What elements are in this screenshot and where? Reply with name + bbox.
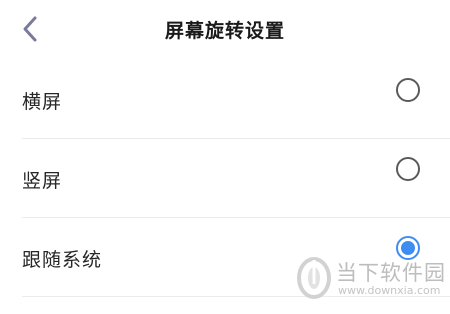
option-label: 横屏 [22,91,63,113]
radio-button-follow-system[interactable] [396,236,420,260]
radio-button-portrait[interactable] [396,157,420,181]
option-follow-system[interactable]: 跟随系统 [22,218,450,297]
option-label: 跟随系统 [22,249,103,271]
option-label: 竖屏 [22,170,63,192]
radio-button-landscape[interactable] [396,78,420,102]
header-bar: 屏幕旋转设置 [0,0,450,62]
page-title: 屏幕旋转设置 [164,20,285,42]
option-landscape[interactable]: 横屏 [22,60,450,139]
option-portrait[interactable]: 竖屏 [22,139,450,218]
rotation-option-list: 横屏 竖屏 跟随系统 [22,60,450,297]
